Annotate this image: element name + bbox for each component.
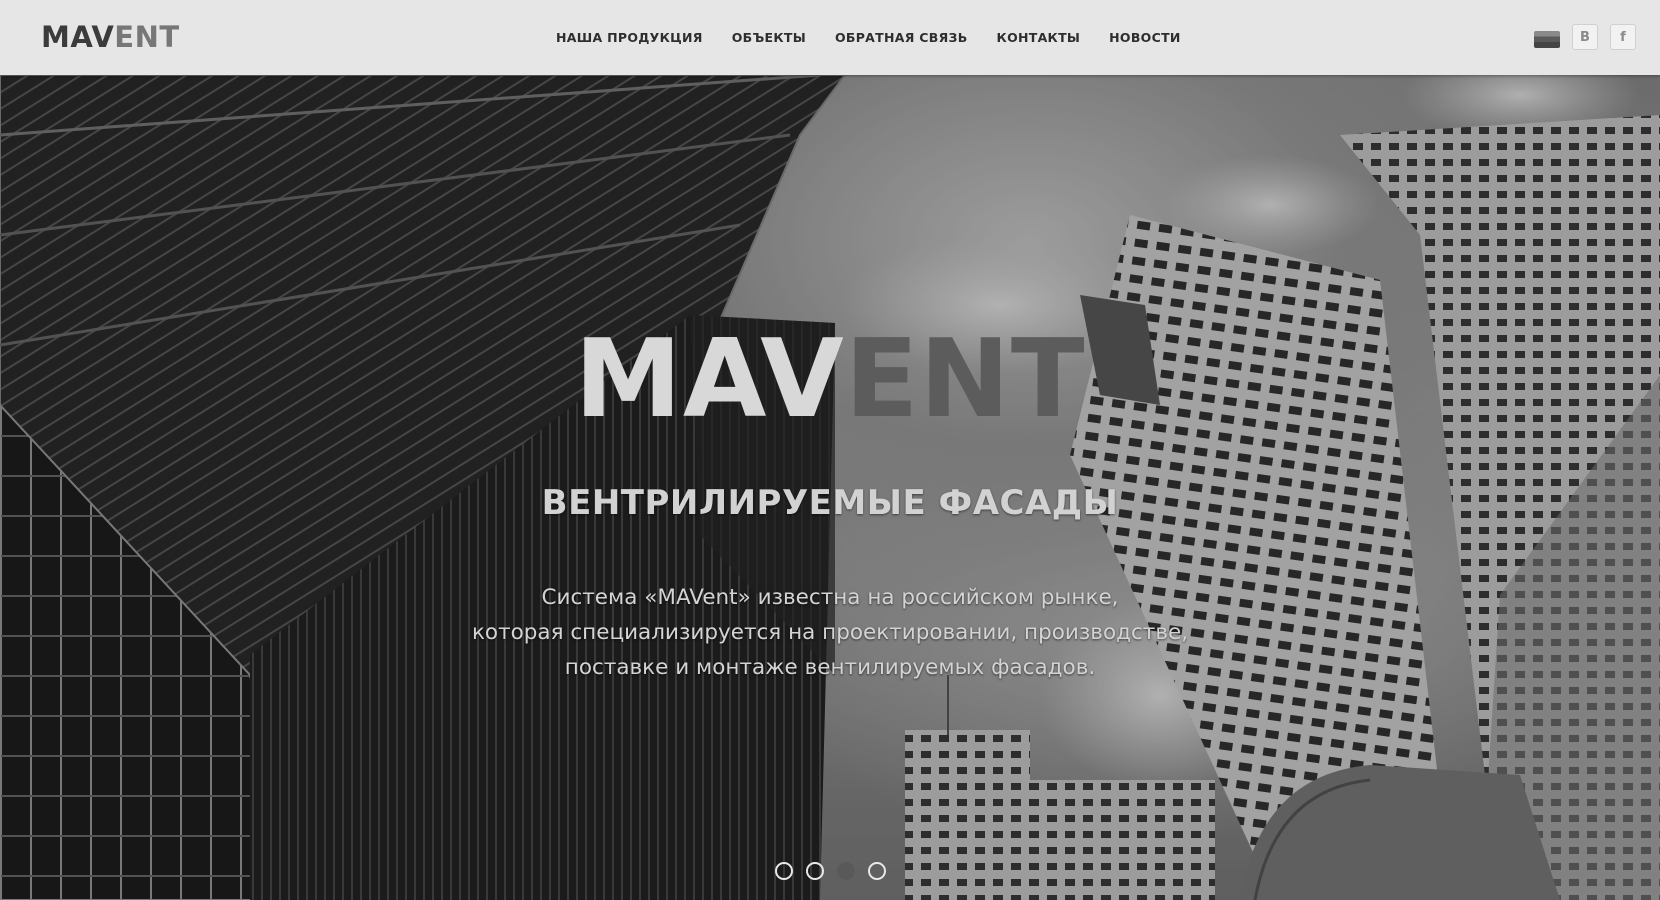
main-nav: НАША ПРОДУКЦИЯ ОБЪЕКТЫ ОБРАТНАЯ СВЯЗЬ КО… — [556, 0, 1181, 75]
vk-label: B — [1580, 29, 1590, 45]
site-logo[interactable]: MAVENT — [41, 17, 180, 57]
facebook-icon[interactable]: f — [1610, 24, 1636, 50]
slider-dot-4[interactable] — [867, 862, 886, 880]
hero-title: MAVENT — [0, 325, 1660, 435]
slider-dot-3[interactable] — [836, 862, 855, 880]
slider-dot-1[interactable] — [774, 862, 793, 880]
nav-item-news[interactable]: НОВОСТИ — [1109, 30, 1181, 45]
hero-description: Система «MAVent» известна на российском … — [0, 580, 1660, 685]
nav-item-feedback[interactable]: ОБРАТНАЯ СВЯЗЬ — [835, 30, 968, 45]
flag-icon[interactable] — [1534, 30, 1560, 48]
nav-item-objects[interactable]: ОБЪЕКТЫ — [732, 30, 806, 45]
social-links: B f — [1534, 24, 1636, 50]
hero-title-part-1: MAV — [574, 317, 845, 442]
logo-part-1: MAV — [41, 20, 115, 54]
facebook-label: f — [1620, 29, 1626, 45]
nav-item-contacts[interactable]: КОНТАКТЫ — [997, 30, 1081, 45]
hero-description-line: которая специализируется на проектирован… — [471, 620, 1189, 645]
hero-section: MAVENT ВЕНТРИЛИРУЕМЫЕ ФАСАДЫ Система «MA… — [0, 75, 1660, 900]
slider-dot-2[interactable] — [805, 862, 824, 880]
site-header: MAVENT НАША ПРОДУКЦИЯ ОБЪЕКТЫ ОБРАТНАЯ С… — [0, 0, 1660, 75]
slider-pagination — [0, 862, 1660, 880]
hero-subtitle: ВЕНТРИЛИРУЕМЫЕ ФАСАДЫ — [541, 483, 1119, 523]
vk-icon[interactable]: B — [1572, 24, 1598, 50]
hero-description-line: Система «MAVent» известна на российском … — [541, 585, 1119, 610]
nav-item-products[interactable]: НАША ПРОДУКЦИЯ — [556, 30, 703, 45]
hero-title-part-2: ENT — [844, 317, 1086, 442]
logo-part-2: ENT — [114, 20, 180, 54]
hero-description-line: поставке и монтаже вентилируемых фасадов… — [564, 655, 1096, 680]
